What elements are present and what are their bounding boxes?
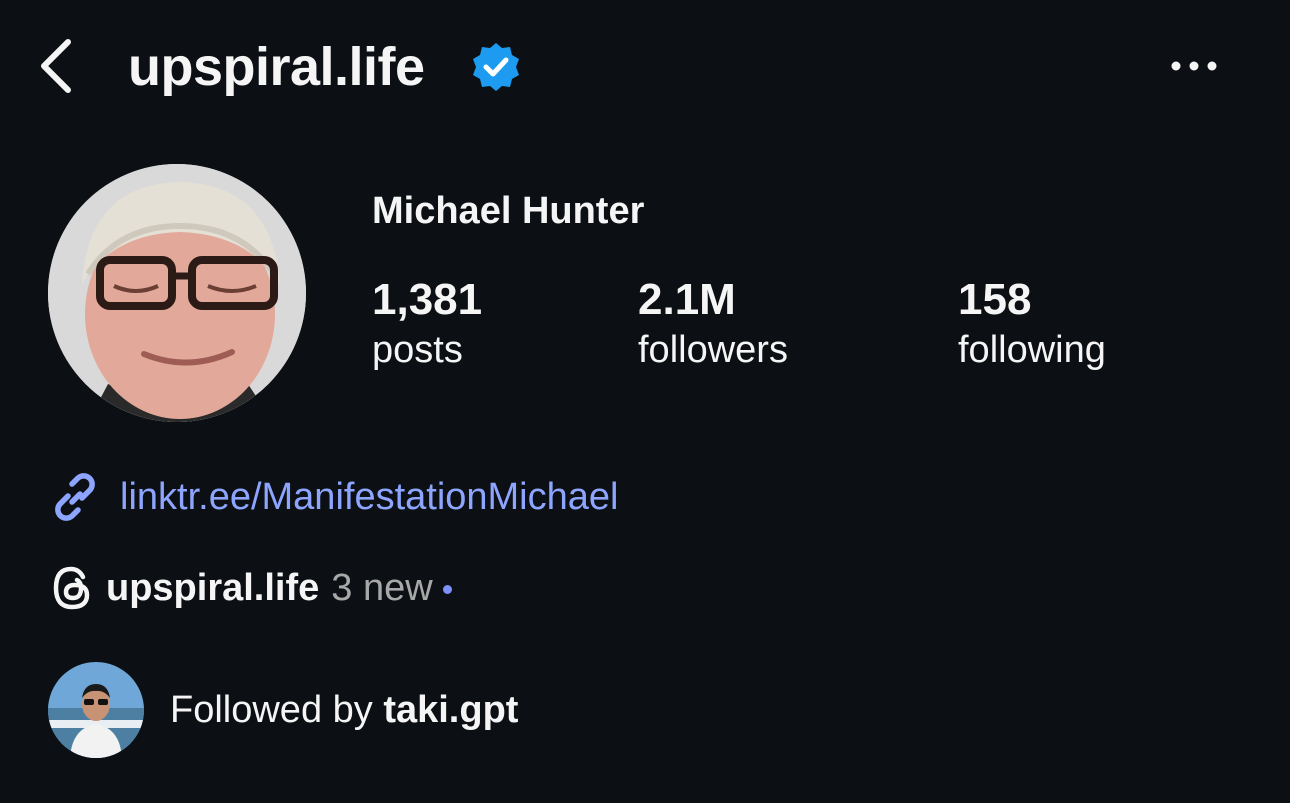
avatar-image bbox=[48, 164, 306, 422]
bio-link[interactable]: linktr.ee/ManifestationMichael bbox=[48, 470, 618, 524]
follower-avatar-image bbox=[48, 662, 144, 758]
more-options-button[interactable] bbox=[1168, 56, 1220, 76]
threads-icon bbox=[53, 566, 90, 610]
threads-username: upspiral.life bbox=[106, 567, 320, 609]
threads-new-count: 3 new bbox=[331, 567, 433, 609]
stat-following[interactable]: 158 following bbox=[958, 274, 1106, 374]
stat-following-label: following bbox=[958, 329, 1106, 371]
more-horizontal-icon bbox=[1171, 61, 1217, 71]
link-icon bbox=[55, 473, 95, 521]
chevron-left-icon bbox=[41, 39, 71, 93]
stat-following-count: 158 bbox=[958, 275, 1032, 324]
profile-page: upspiral.life Michael Hunter 1,381 posts… bbox=[0, 0, 1290, 803]
stat-followers-label: followers bbox=[638, 329, 788, 371]
follower-avatar bbox=[48, 662, 144, 758]
stat-posts[interactable]: 1,381 posts bbox=[372, 274, 482, 374]
followed-by[interactable]: Followed by taki.gpt bbox=[48, 662, 518, 758]
followed-by-prefix: Followed by bbox=[170, 689, 373, 731]
stat-followers-count: 2.1M bbox=[638, 275, 736, 324]
threads-badge[interactable]: upspiral.life 3 new bbox=[50, 562, 452, 614]
stat-posts-label: posts bbox=[372, 329, 463, 371]
profile-username: upspiral.life bbox=[128, 37, 425, 97]
stat-followers[interactable]: 2.1M followers bbox=[638, 274, 788, 374]
followed-by-username: taki.gpt bbox=[383, 689, 519, 731]
bio-link-text: linktr.ee/ManifestationMichael bbox=[120, 476, 619, 518]
profile-display-name: Michael Hunter bbox=[372, 190, 645, 232]
followed-by-text: Followed by taki.gpt bbox=[170, 684, 518, 736]
stat-posts-count: 1,381 bbox=[372, 275, 483, 324]
back-button[interactable] bbox=[36, 36, 80, 96]
profile-avatar[interactable] bbox=[48, 164, 306, 422]
new-indicator-dot bbox=[442, 584, 452, 594]
verified-badge-icon bbox=[473, 43, 519, 91]
